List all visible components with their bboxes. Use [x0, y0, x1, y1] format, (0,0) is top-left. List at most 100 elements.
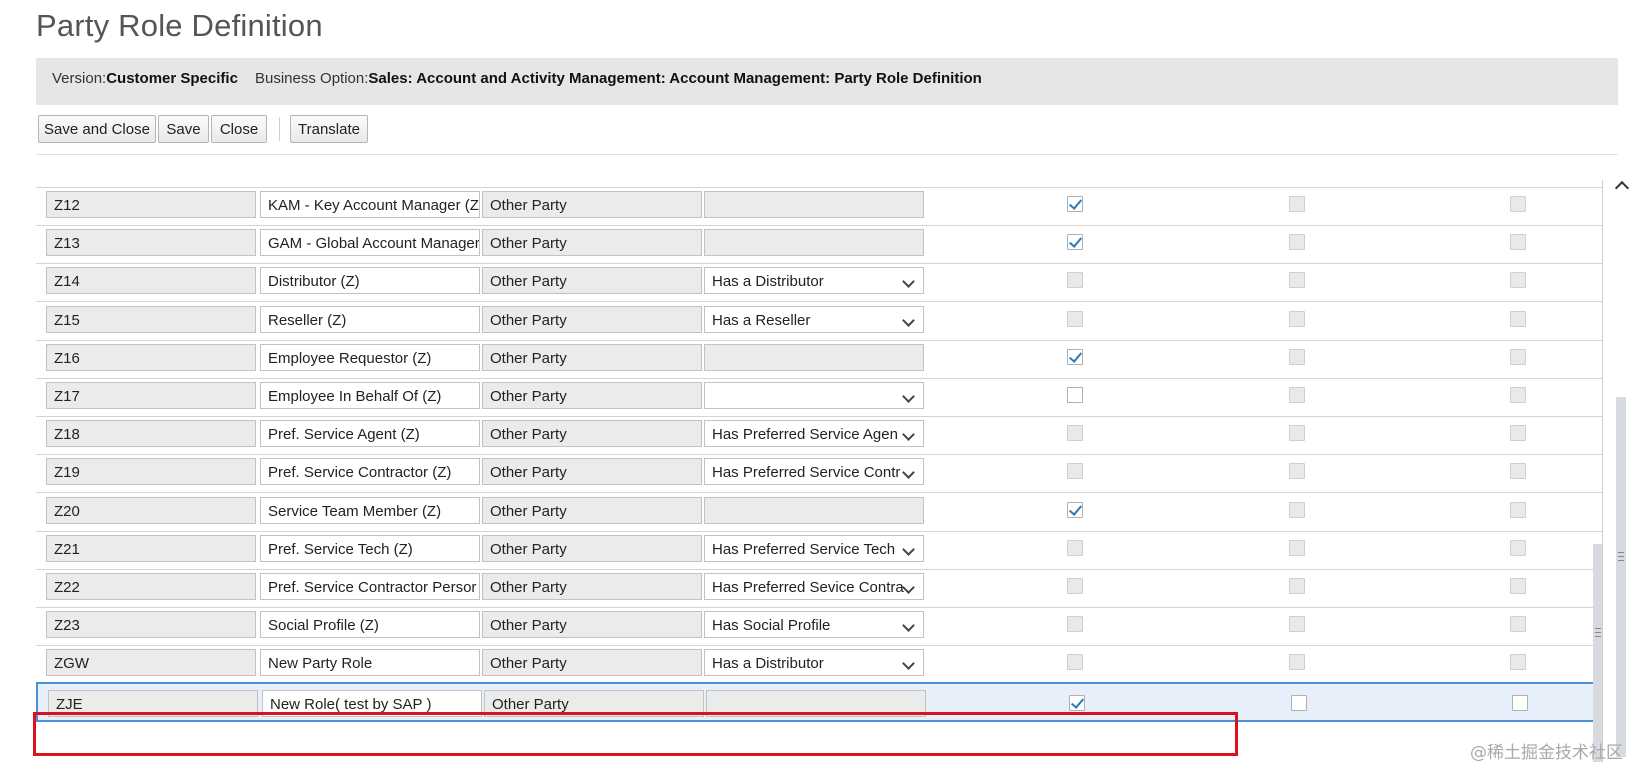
role-code-cell: Z14: [46, 267, 256, 295]
chevron-down-icon[interactable]: [902, 619, 915, 633]
table-row[interactable]: Z12 KAM - Key Account Manager (Z Other Par…: [36, 185, 1602, 226]
toolbar-divider: [36, 154, 1618, 155]
relationship-dropdown[interactable]: Has a Distributor: [704, 267, 924, 295]
role-category-cell: Other Party: [482, 458, 702, 486]
checkbox-1: [1067, 616, 1083, 633]
role-description-input[interactable]: Pref. Service Tech (Z): [260, 534, 480, 562]
role-description-input[interactable]: KAM - Key Account Manager (Z: [260, 191, 480, 218]
table-row[interactable]: Z17 Employee In Behalf Of (Z) Other Party: [36, 376, 1602, 417]
table-row[interactable]: Z20 Service Team Member (Z) Other Party: [36, 491, 1602, 532]
checkbox-2: [1289, 272, 1305, 289]
save-button[interactable]: Save: [158, 115, 209, 143]
table-row[interactable]: ZJE New Role( test by SAP ) Other Party: [36, 681, 1602, 722]
role-description-input[interactable]: Pref. Service Contractor (Z): [260, 458, 480, 486]
table-row[interactable]: Z23 Social Profile (Z) Other Party Has Soci…: [36, 605, 1602, 647]
checkbox-2: [1289, 196, 1305, 212]
table-scrollbar-thumb[interactable]: [1593, 544, 1602, 762]
table-row[interactable]: Z14 Distributor (Z) Other Party Has a Distr…: [36, 261, 1602, 303]
chevron-down-icon[interactable]: [902, 428, 915, 442]
role-code-cell: Z22: [46, 573, 256, 600]
save-and-close-button[interactable]: Save and Close: [38, 115, 156, 143]
relationship-dropdown[interactable]: Has Preferred Service Tech: [704, 534, 924, 562]
chevron-down-icon[interactable]: [902, 542, 915, 556]
checkbox-2: [1289, 387, 1305, 403]
page-scrollbar-thumb[interactable]: [1616, 397, 1626, 757]
role-category-cell: Other Party: [482, 420, 702, 448]
checkbox-1[interactable]: [1069, 694, 1085, 711]
relationship-dropdown[interactable]: Has Preferred Service Contr: [704, 458, 924, 486]
relationship-value: Has Preferred Service Tech: [712, 540, 896, 558]
table-row[interactable]: Z15 Reseller (Z) Other Party Has a Reseller: [36, 300, 1602, 341]
role-description-input[interactable]: Distributor (Z): [260, 267, 480, 295]
relationship-dropdown[interactable]: Has Preferred Service Agen: [704, 420, 924, 448]
checkbox-1[interactable]: [1067, 348, 1083, 365]
checkbox-1[interactable]: [1067, 234, 1083, 251]
checkbox-3[interactable]: [1512, 694, 1528, 711]
checkbox-3: [1510, 196, 1526, 212]
table-row[interactable]: Z19 Pref. Service Contractor (Z) Other Par…: [36, 452, 1602, 494]
table-row[interactable]: Z16 Employee Requestor (Z) Other Party: [36, 338, 1602, 379]
table-row[interactable]: Z13 GAM - Global Account Manager Other Par…: [36, 223, 1602, 265]
checkbox-3: [1510, 501, 1526, 518]
relationship-dropdown[interactable]: Has a Reseller: [704, 305, 924, 333]
table-row[interactable]: Z18 Pref. Service Agent (Z) Other Party Has…: [36, 414, 1602, 456]
chevron-down-icon[interactable]: [902, 275, 915, 289]
relationship-value: Has a Distributor: [712, 273, 824, 291]
role-description-input[interactable]: Pref. Service Contractor Persor: [260, 573, 480, 600]
relationship-dropdown[interactable]: Has a Distributor: [704, 649, 924, 677]
page-scrollbar[interactable]: [1610, 175, 1632, 763]
toolbar-separator: [279, 117, 280, 141]
table-right-border: [1602, 180, 1603, 762]
checkbox-2: [1289, 539, 1305, 556]
table-row[interactable]: Z21 Pref. Service Tech (Z) Other Party Has …: [36, 529, 1602, 570]
chevron-down-icon[interactable]: [902, 313, 915, 327]
checkbox-1[interactable]: [1067, 196, 1083, 212]
close-button[interactable]: Close: [211, 115, 267, 143]
role-category-cell: Other Party: [482, 534, 702, 562]
chevron-down-icon[interactable]: [902, 657, 915, 671]
relationship-dropdown[interactable]: Has Social Profile: [704, 611, 924, 639]
checkbox-2: [1289, 578, 1305, 594]
checkbox-3: [1510, 616, 1526, 633]
checkbox-1: [1067, 539, 1083, 556]
role-category-cell: Other Party: [482, 305, 702, 333]
checkbox-1[interactable]: [1067, 387, 1083, 403]
checkbox-2: [1289, 310, 1305, 327]
role-description-input[interactable]: Reseller (Z): [260, 305, 480, 333]
chevron-down-icon[interactable]: [902, 581, 915, 594]
table-row[interactable]: ZGW New Party Role Other Party Has a Distri…: [36, 643, 1602, 685]
role-description-input[interactable]: Social Profile (Z): [260, 611, 480, 639]
role-code-cell: Z23: [46, 611, 256, 639]
role-category-cell: Other Party: [482, 343, 702, 371]
role-description-input[interactable]: Service Team Member (Z): [260, 496, 480, 524]
role-category-cell: Other Party: [482, 382, 702, 409]
info-bar: Version:Customer Specific Business Optio…: [36, 58, 1618, 105]
role-description-input[interactable]: New Role( test by SAP ): [262, 689, 482, 717]
role-category-cell: Other Party: [482, 573, 702, 600]
relationship-dropdown[interactable]: [704, 382, 924, 409]
translate-button[interactable]: Translate: [290, 115, 368, 143]
role-description-input[interactable]: Pref. Service Agent (Z): [260, 420, 480, 448]
role-description-input[interactable]: New Party Role: [260, 649, 480, 677]
table-row[interactable]: Z22 Pref. Service Contractor Persor Other …: [36, 567, 1602, 608]
role-category-cell: Other Party: [482, 649, 702, 677]
checkbox-2: [1289, 654, 1305, 671]
relationship-value: Has a Distributor: [712, 655, 824, 673]
role-description-input[interactable]: GAM - Global Account Manager: [260, 229, 480, 257]
role-description-input[interactable]: Employee Requestor (Z): [260, 343, 480, 371]
checkbox-2[interactable]: [1291, 694, 1307, 711]
relationship-cell: [704, 496, 924, 524]
relationship-dropdown[interactable]: Has Preferred Sevice Contra: [704, 573, 924, 600]
chevron-down-icon[interactable]: [902, 466, 915, 480]
checkbox-3: [1510, 578, 1526, 594]
role-code-cell: Z15: [46, 305, 256, 333]
watermark: @稀土掘金技术社区: [1470, 743, 1623, 763]
checkbox-1[interactable]: [1067, 501, 1083, 518]
relationship-value: Has Preferred Service Agen: [712, 426, 898, 444]
chevron-down-icon[interactable]: [902, 390, 915, 403]
relationship-value: Has Preferred Sevice Contra: [712, 579, 904, 596]
checkbox-2: [1289, 616, 1305, 633]
scroll-up-icon[interactable]: [1614, 180, 1630, 196]
role-description-input[interactable]: Employee In Behalf Of (Z): [260, 382, 480, 409]
checkbox-1: [1067, 578, 1083, 594]
